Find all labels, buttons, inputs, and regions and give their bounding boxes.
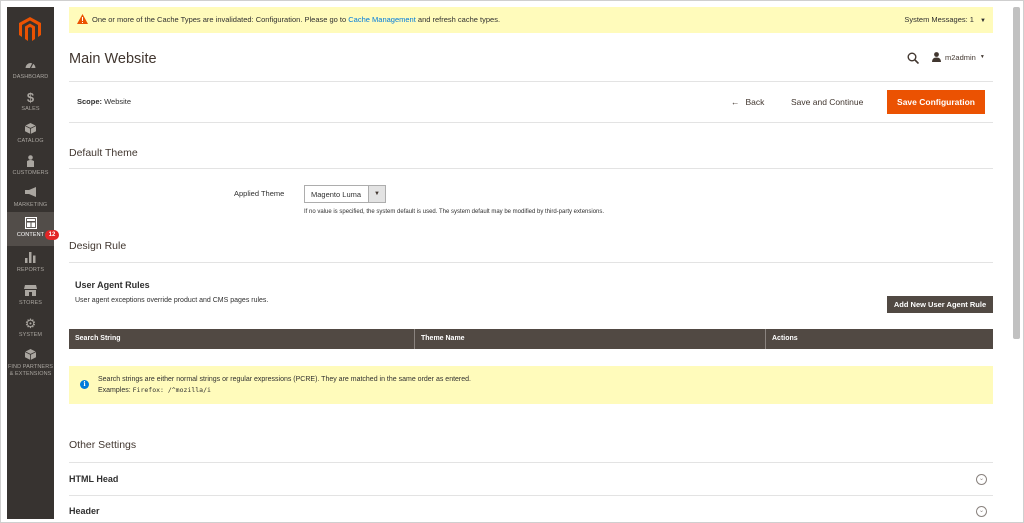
scope-value: Website [104,97,132,106]
app-window: DASHBOARD $ SALES CATALOG CUSTOMERS MARK… [0,0,1024,523]
section-title-design-rule: Design Rule [69,240,127,252]
chevron-down-icon: ⌄ [976,474,987,485]
notification-badge: 12 [45,230,59,240]
column-actions: Actions [772,335,798,342]
collapsible-title: HTML Head [69,474,119,484]
scope-label: Scope: [77,97,103,106]
collapsible-header[interactable]: Header ⌄ [69,506,993,520]
user-menu[interactable]: m2admin ▼ [932,52,985,62]
person-icon [7,155,54,169]
cube-icon [7,349,54,363]
user-agent-rules-table-header: Search String Theme Name Actions [69,329,993,349]
chevron-down-icon: ▼ [368,186,385,202]
system-messages-count: System Messages: 1 [904,15,974,24]
cache-management-link[interactable]: Cache Management [348,15,416,24]
selected-theme: Magento Luma [311,190,362,199]
user-icon [932,52,941,62]
sidebar-item-find-partners[interactable]: FIND PARTNERS & EXTENSIONS [7,349,54,383]
sidebar-item-label: SYSTEM [18,332,43,338]
sidebar-item-label: CATALOG [17,138,44,144]
sidebar-item-dashboard[interactable]: DASHBOARD [7,59,54,85]
store-icon [7,285,54,299]
sidebar-item-label: FIND PARTNERS & EXTENSIONS [7,364,54,377]
sidebar-item-label: DASHBOARD [12,74,49,80]
info-icon: i [80,380,89,389]
divider [69,122,993,123]
gear-icon: ⚙ [24,316,37,331]
info-line-2: Examples: Firefox: /^mozilla/i [98,386,211,394]
search-icon[interactable] [907,52,919,64]
vertical-scrollbar[interactable] [1013,7,1020,339]
chevron-down-icon: ⌄ [976,506,987,517]
box-icon [7,123,54,137]
divider [69,262,993,263]
bar-chart-icon [7,252,54,266]
collapsible-html-head[interactable]: HTML Head ⌄ [69,473,993,493]
caret-down-icon: ▼ [980,18,986,24]
save-and-continue-button[interactable]: Save and Continue [791,97,863,107]
info-line-1: Search strings are either normal strings… [98,376,471,383]
username: m2admin [945,52,976,62]
divider [69,81,993,82]
message-suffix: and refresh cache types. [415,15,501,24]
sidebar-item-label: CUSTOMERS [12,170,49,176]
applied-theme-label: Applied Theme [234,189,285,198]
sidebar-item-customers[interactable]: CUSTOMERS [7,155,54,181]
caret-down-icon: ▼ [979,54,985,60]
info-example-code: Firefox: /^mozilla/i [132,386,211,394]
sidebar-item-catalog[interactable]: CATALOG [7,123,54,149]
dollar-icon: $ [26,90,35,105]
magento-logo[interactable] [19,17,41,41]
add-user-agent-rule-button[interactable]: Add New User Agent Rule [887,296,993,313]
section-title-other-settings: Other Settings [69,439,137,451]
applied-theme-select[interactable]: Magento Luma ▼ [304,185,386,203]
back-button[interactable]: ← Back [731,97,764,107]
divider [69,168,993,169]
sidebar-item-stores[interactable]: STORES [7,285,54,311]
system-message-bar: One or more of the Cache Types are inval… [69,7,993,33]
megaphone-icon [7,187,54,201]
message-prefix: One or more of the Cache Types are inval… [92,15,349,24]
column-search-string: Search String [69,329,415,349]
sidebar-item-label: REPORTS [16,267,45,273]
sidebar-item-marketing[interactable]: MARKETING [7,187,54,213]
sidebar-item-label: MARKETING [13,202,48,208]
warning-icon [77,14,88,24]
save-configuration-button[interactable]: Save Configuration [887,90,985,114]
collapsible-title: Header [69,506,100,516]
sidebar-item-sales[interactable]: $ SALES [7,91,54,117]
applied-theme-note: If no value is specified, the system def… [304,209,605,215]
layout-icon [7,216,54,231]
divider [69,462,993,463]
sidebar-item-content[interactable]: CONTENT 12 [7,212,59,246]
sidebar-item-label: STORES [18,300,43,306]
sidebar-item-system[interactable]: ⚙ SYSTEM [7,317,54,343]
user-agent-rules-heading: User Agent Rules [75,280,150,290]
section-title-default-theme: Default Theme [69,147,138,159]
admin-sidebar: DASHBOARD $ SALES CATALOG CUSTOMERS MARK… [7,7,59,519]
sidebar-item-reports[interactable]: REPORTS [7,252,54,278]
user-agent-rules-note: User agent exceptions override product a… [75,297,269,304]
system-messages-dropdown[interactable]: System Messages: 1 ▼ [904,15,986,24]
scope-indicator: Scope: Website [77,97,131,106]
sidebar-item-label: SALES [21,106,40,112]
dashboard-icon [7,59,54,73]
search-string-info-message: i Search strings are either normal strin… [69,366,993,404]
page-title: Main Website [69,51,157,67]
system-message-text: One or more of the Cache Types are inval… [92,15,500,24]
back-label: Back [745,97,765,107]
divider [69,495,993,496]
arrow-left-icon: ← [731,97,740,107]
info-examples-label: Examples: [98,387,133,394]
column-theme-name: Theme Name [415,329,766,349]
